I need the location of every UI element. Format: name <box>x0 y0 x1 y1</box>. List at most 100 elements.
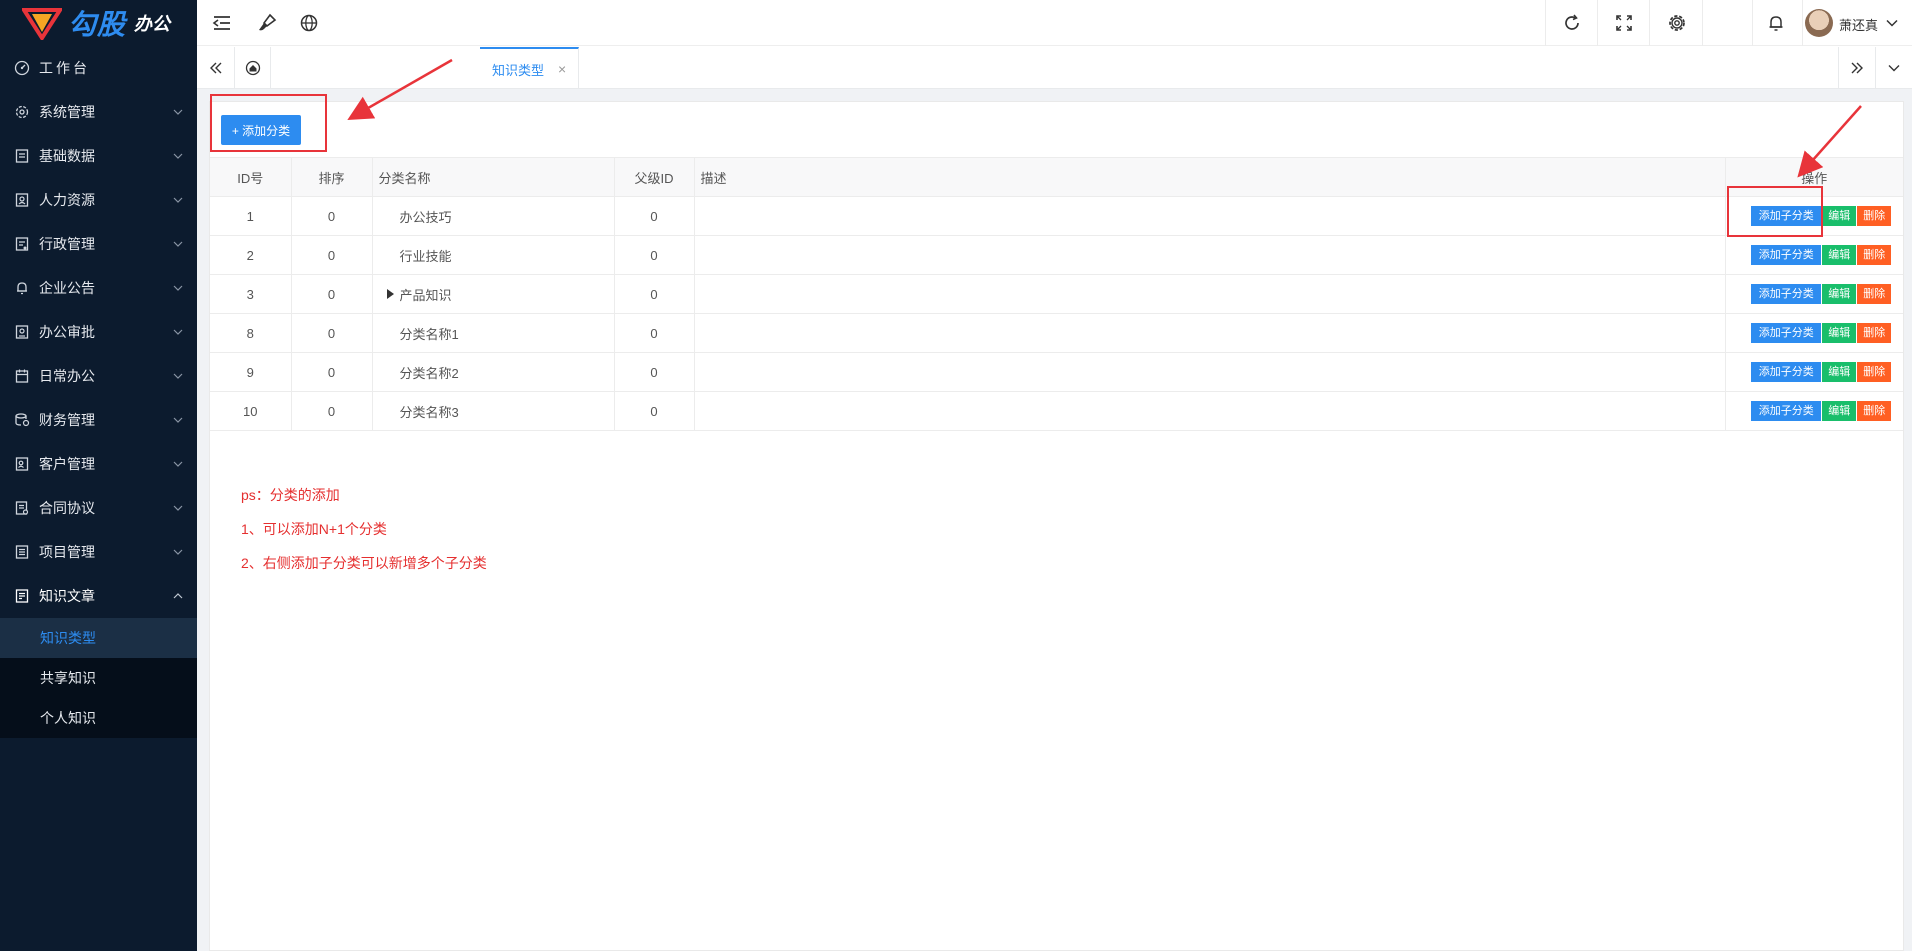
sidebar-item-workbench[interactable]: 工作台 <box>0 46 197 90</box>
add-child-category-button[interactable]: 添加子分类 <box>1751 323 1822 343</box>
category-name: 分类名称2 <box>399 365 459 381</box>
category-name: 分类名称1 <box>399 326 459 342</box>
sidebar-item-label: 知识文章 <box>39 588 95 604</box>
add-child-category-button[interactable]: 添加子分类 <box>1751 362 1822 382</box>
sidebar-item-system[interactable]: 系统管理 <box>0 90 197 134</box>
sidebar-subitem-knowledge-type[interactable]: 知识类型 <box>0 618 197 658</box>
delete-button[interactable]: 删除 <box>1857 323 1892 343</box>
sidebar-item-basic-data[interactable]: 基础数据 <box>0 134 197 178</box>
delete-button[interactable]: 删除 <box>1857 401 1892 421</box>
action-group: 添加子分类 编辑 删除 <box>1726 284 1904 304</box>
sidebar-item-daily[interactable]: 日常办公 <box>0 354 197 398</box>
edit-button[interactable]: 编辑 <box>1822 245 1857 265</box>
tab-label: 知识类型 <box>492 62 545 78</box>
contract-icon <box>14 500 30 516</box>
cell-name: 分类名称2 <box>372 352 615 392</box>
table-header-row: ID号 排序 分类名称 父级ID 描述 操作 <box>210 157 1903 197</box>
sidebar-item-project[interactable]: 项目管理 <box>0 530 197 574</box>
article-icon <box>14 588 30 604</box>
sidebar-subitem-shared-knowledge[interactable]: 共享知识 <box>0 658 197 698</box>
sidebar-menu: 工作台 系统管理 基础数据 人力资源 行政管理 企业公告 办公审批 日常办公 财… <box>0 46 197 618</box>
sidebar-item-approval[interactable]: 办公审批 <box>0 310 197 354</box>
sidebar-item-label: 合同协议 <box>39 500 95 516</box>
add-child-category-button[interactable]: 添加子分类 <box>1751 284 1822 304</box>
fullscreen-icon[interactable] <box>1612 11 1636 35</box>
chevron-down-icon[interactable] <box>1885 16 1899 30</box>
calendar-icon <box>14 368 30 384</box>
cell-actions: 添加子分类 编辑 删除 <box>1725 313 1904 353</box>
sidebar-subitem-personal-knowledge[interactable]: 个人知识 <box>0 698 197 738</box>
table-row: 1 0 办公技巧 0 添加子分类 编辑 删除 <box>210 196 1903 236</box>
gear-icon[interactable] <box>1665 11 1689 35</box>
category-name: 办公技巧 <box>399 209 452 225</box>
sidebar-item-knowledge[interactable]: 知识文章 <box>0 574 197 618</box>
username[interactable]: 萧还真 <box>1839 15 1878 34</box>
close-icon[interactable]: × <box>558 61 566 77</box>
sidebar-item-label: 日常办公 <box>39 368 95 384</box>
cell-name: 分类名称3 <box>372 391 615 431</box>
expand-arrow-icon[interactable] <box>386 289 394 299</box>
top-header: 萧还真 <box>197 0 1912 46</box>
globe-icon[interactable] <box>297 11 321 35</box>
column-header-id: ID号 <box>210 157 292 197</box>
chevron-down-icon <box>173 549 183 555</box>
cell-sort: 0 <box>291 352 373 392</box>
avatar[interactable] <box>1805 9 1833 37</box>
edit-button[interactable]: 编辑 <box>1822 401 1857 421</box>
tabs-scroll-left-icon[interactable] <box>197 47 235 89</box>
delete-button[interactable]: 删除 <box>1857 245 1892 265</box>
cell-name: 行业技能 <box>372 235 615 275</box>
sidebar-item-notice[interactable]: 企业公告 <box>0 266 197 310</box>
category-table: ID号 排序 分类名称 父级ID 描述 操作 1 0 办公技巧 0 添加子分类 … <box>210 157 1903 431</box>
chevron-down-icon <box>173 197 183 203</box>
cell-sort: 0 <box>291 274 373 314</box>
sidebar-item-label: 企业公告 <box>39 280 95 296</box>
edit-button[interactable]: 编辑 <box>1822 206 1857 226</box>
tab-knowledge-type[interactable]: 知识类型 × <box>480 47 580 89</box>
add-child-category-button[interactable]: 添加子分类 <box>1751 401 1822 421</box>
chevron-down-icon <box>173 417 183 423</box>
brush-icon[interactable] <box>255 11 279 35</box>
app-logo[interactable]: 勾股 办公 <box>0 0 197 46</box>
header-divider <box>1702 0 1703 46</box>
action-group: 添加子分类 编辑 删除 <box>1726 323 1904 343</box>
refresh-icon[interactable] <box>1560 11 1584 35</box>
action-group: 添加子分类 编辑 删除 <box>1726 362 1904 382</box>
sidebar-item-contract[interactable]: 合同协议 <box>0 486 197 530</box>
delete-button[interactable]: 删除 <box>1857 362 1892 382</box>
tabs-bar: 知识类型 × <box>197 47 1912 89</box>
sidebar-item-label: 工作台 <box>39 60 90 76</box>
sidebar-item-finance[interactable]: 财务管理 <box>0 398 197 442</box>
settings-icon <box>14 104 30 120</box>
sidebar-item-label: 系统管理 <box>39 104 95 120</box>
tabs-scroll-right-icon[interactable] <box>1838 47 1876 89</box>
action-group: 添加子分类 编辑 删除 <box>1726 401 1904 421</box>
home-tab-icon[interactable] <box>235 47 271 89</box>
sidebar-item-admin[interactable]: 行政管理 <box>0 222 197 266</box>
header-divider <box>1545 0 1546 46</box>
sidebar-subitem-label: 共享知识 <box>40 670 96 686</box>
edit-button[interactable]: 编辑 <box>1822 284 1857 304</box>
cell-id: 3 <box>210 274 292 314</box>
cell-actions: 添加子分类 编辑 删除 <box>1725 352 1904 392</box>
delete-button[interactable]: 删除 <box>1857 206 1892 226</box>
cell-description <box>694 313 1726 353</box>
sidebar-item-hr[interactable]: 人力资源 <box>0 178 197 222</box>
menu-toggle-icon[interactable] <box>210 11 234 35</box>
cell-name: 办公技巧 <box>372 196 615 236</box>
sidebar: 勾股 办公 工作台 系统管理 基础数据 人力资源 行政管理 企业公告 办公审批 … <box>0 0 197 951</box>
sidebar-item-label: 基础数据 <box>39 148 95 164</box>
chevron-up-icon <box>173 593 183 599</box>
edit-button[interactable]: 编辑 <box>1822 362 1857 382</box>
bell-icon <box>14 280 30 296</box>
cell-parent-id: 0 <box>614 274 695 314</box>
bell-icon[interactable] <box>1764 11 1788 35</box>
sidebar-item-customer[interactable]: 客户管理 <box>0 442 197 486</box>
delete-button[interactable]: 删除 <box>1857 284 1892 304</box>
edit-button[interactable]: 编辑 <box>1822 323 1857 343</box>
add-child-category-button[interactable]: 添加子分类 <box>1751 245 1822 265</box>
cell-id: 10 <box>210 391 292 431</box>
cell-sort: 0 <box>291 313 373 353</box>
cell-name: 产品知识 <box>372 274 615 314</box>
tabs-menu-chevron-icon[interactable] <box>1876 47 1912 89</box>
